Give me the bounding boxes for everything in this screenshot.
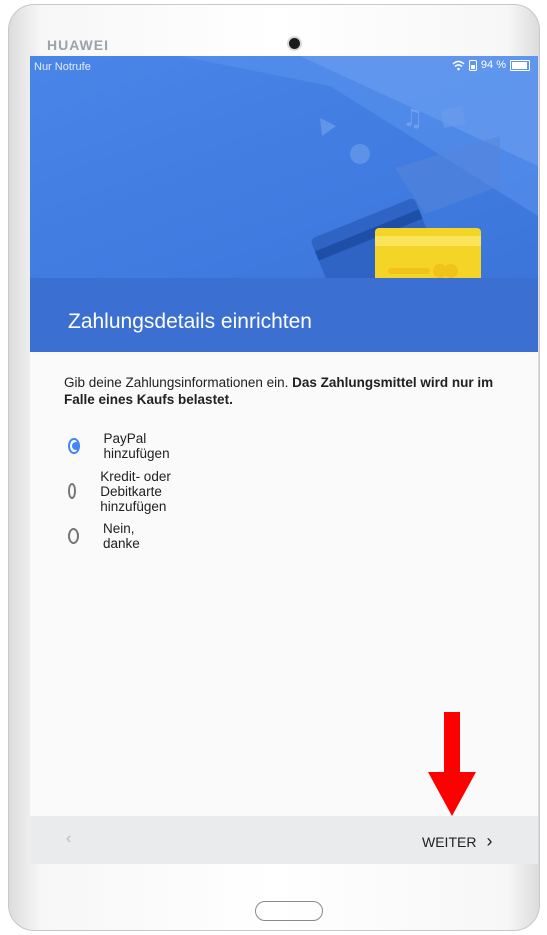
option-no-thanks[interactable]: Nein, danke [68,521,145,551]
radio-unselected-icon[interactable] [68,483,77,499]
option-label: Nein, danke [102,521,140,551]
intro-text: Gib deine Zahlungsinformationen ein. Das… [64,374,524,408]
camera-icon [287,36,302,51]
back-button[interactable]: ‹ [66,830,71,848]
battery-icon [510,59,530,71]
battery-percentage: 94 % [480,59,506,71]
status-icons: 94 % [452,59,530,71]
option-label: Kredit- oder Debitkarte hinzufügen [100,468,171,514]
option-credit-card[interactable]: Kredit- oder Debitkarte hinzufügen [68,469,174,514]
svg-text:♫: ♫ [402,104,424,132]
next-button[interactable]: WEITER › [422,831,492,852]
radio-selected-icon[interactable] [68,438,80,454]
header-illustration: ♫ Nur Notrufe 94 % Zahlungsdetails einri… [30,56,538,352]
red-arrow-down-icon [428,712,476,816]
option-paypal[interactable]: PayPal hinzufügen [68,431,174,461]
sim-icon [468,59,477,71]
status-bar: Nur Notrufe 94 % [30,56,538,78]
next-label: WEITER [422,833,477,850]
page-title: Zahlungsdetails einrichten [68,310,312,333]
bottom-navigation: ‹ WEITER › [30,816,538,864]
option-label: PayPal hinzufügen [103,431,170,461]
device-brand: HUAWEI [47,37,109,53]
radio-unselected-icon[interactable] [68,528,79,544]
chevron-right-icon: › [486,831,493,851]
carrier-status: Nur Notrufe [34,61,91,73]
intro-normal: Gib deine Zahlungsinformationen ein. [64,375,293,390]
chevron-left-icon: ‹ [66,830,72,847]
home-button[interactable] [255,901,323,921]
wifi-icon [452,60,465,70]
